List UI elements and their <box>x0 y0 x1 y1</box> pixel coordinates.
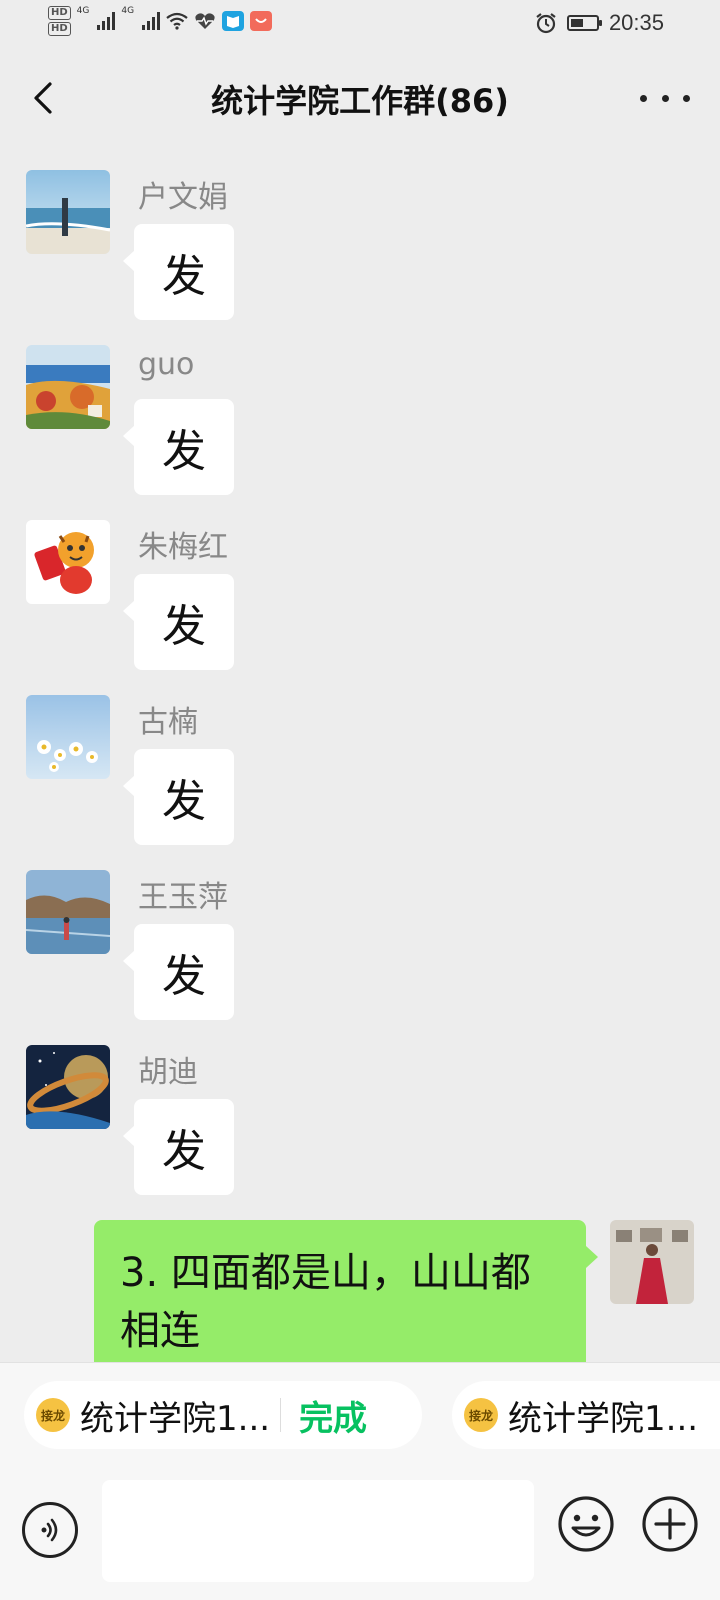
hd-label-2: HD <box>48 22 71 36</box>
health-heart-icon <box>195 13 215 29</box>
jielong-icon: 接龙 <box>36 1398 70 1432</box>
own-avatar[interactable] <box>610 1220 694 1304</box>
status-bar: HD HD 4G 4G 20:35 <box>0 0 720 50</box>
signal-icon-1 <box>97 12 116 30</box>
sender-name: 胡迪 <box>138 1055 198 1090</box>
message-bubble[interactable]: 发 <box>123 924 234 1020</box>
voice-icon[interactable] <box>22 1502 78 1558</box>
reader-app-icon <box>222 11 245 31</box>
done-button[interactable]: 完成 <box>299 1391 367 1440</box>
status-icons-left: HD HD 4G 4G <box>48 6 273 36</box>
hd-label-1: HD <box>48 6 71 20</box>
shopping-app-icon <box>250 11 273 31</box>
avatar[interactable] <box>26 170 110 254</box>
chat-header: 统计学院工作群(86) <box>0 50 720 146</box>
message-bubble[interactable]: 发 <box>123 1099 234 1195</box>
plus-circle-icon[interactable] <box>640 1494 700 1554</box>
jielong-title[interactable]: 统计学院1... <box>508 1391 698 1440</box>
sender-name: guo <box>138 347 195 382</box>
sender-name: 古楠 <box>138 705 198 740</box>
sender-name: 王玉萍 <box>138 880 228 915</box>
hd-indicator: HD HD <box>48 6 71 36</box>
avatar[interactable] <box>26 695 110 779</box>
jielong-pill[interactable]: 接龙 统计学院1... 完成 <box>24 1381 422 1449</box>
message-input[interactable] <box>102 1480 534 1582</box>
avatar[interactable] <box>26 345 110 429</box>
own-message-bubble[interactable]: 3. 四面都是山，山山都相连 <box>94 1220 598 1380</box>
jielong-icon: 接龙 <box>464 1398 498 1432</box>
message-bubble[interactable]: 发 <box>123 749 234 845</box>
divider <box>280 1398 282 1432</box>
wifi-icon <box>166 12 188 30</box>
signal-icon-2 <box>142 12 161 30</box>
avatar[interactable] <box>26 870 110 954</box>
network-type-2: 4G <box>121 6 135 16</box>
avatar[interactable] <box>26 1045 110 1129</box>
jielong-pill[interactable]: 接龙 统计学院1... <box>452 1381 720 1449</box>
emoji-icon[interactable] <box>556 1494 616 1554</box>
status-icons-right: 20:35 <box>535 10 664 36</box>
jielong-bar: 接龙 统计学院1... 完成 接龙 统计学院1... <box>0 1362 720 1468</box>
battery-icon <box>566 15 602 31</box>
message-bubble[interactable]: 发 <box>123 574 234 670</box>
input-bar <box>0 1466 720 1600</box>
alarm-icon <box>536 13 556 34</box>
more-dots-icon[interactable] <box>640 80 690 116</box>
chat-title: 统计学院工作群(86) <box>211 82 509 120</box>
sender-name: 朱梅红 <box>138 530 228 565</box>
jielong-title[interactable]: 统计学院1... <box>80 1391 270 1440</box>
sender-name: 户文娟 <box>138 180 228 215</box>
message-bubble[interactable]: 发 <box>123 399 234 495</box>
message-bubble[interactable]: 发 <box>123 224 234 320</box>
network-type-1: 4G <box>76 6 90 16</box>
clock-time: 20:35 <box>608 10 664 35</box>
avatar[interactable] <box>26 520 110 604</box>
